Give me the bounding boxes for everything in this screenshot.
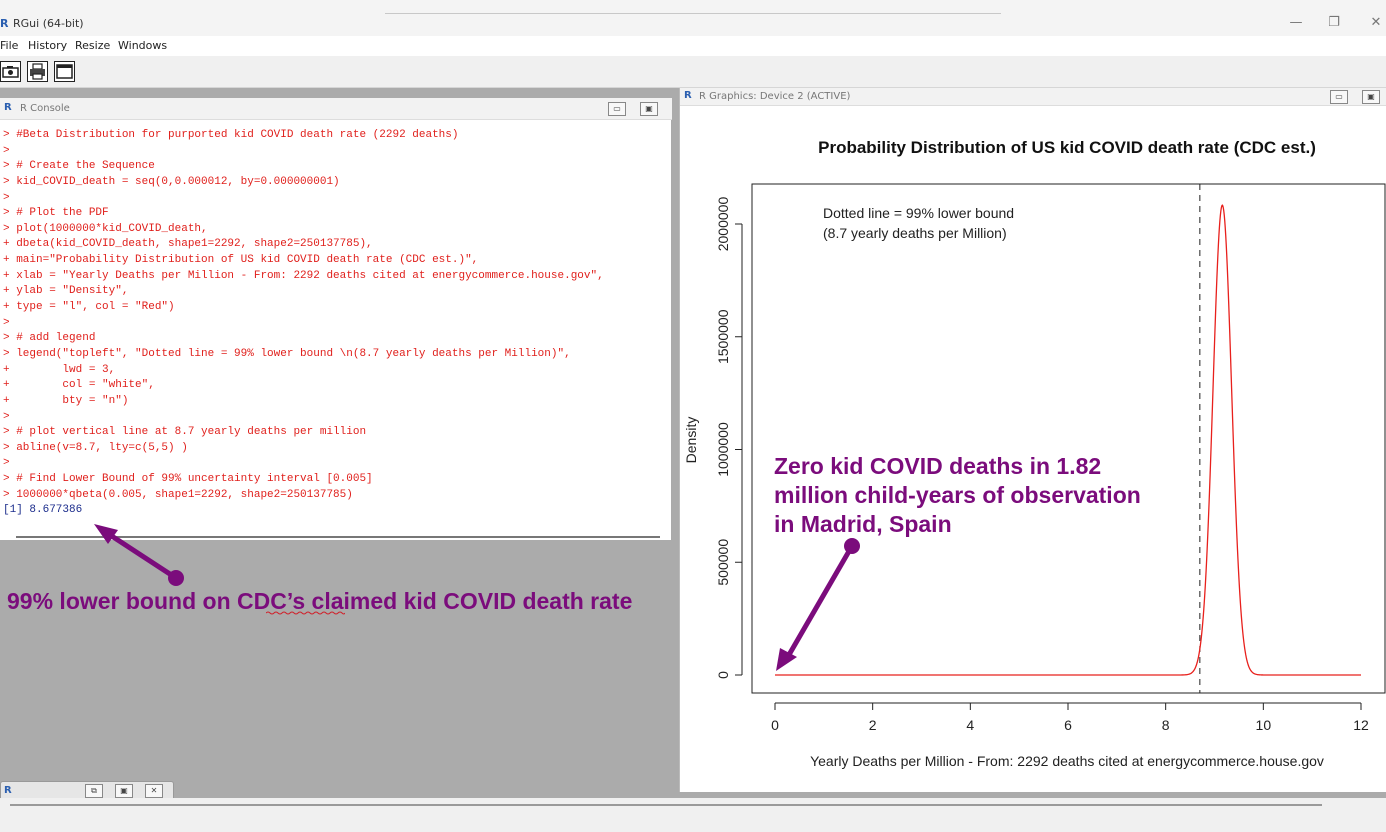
graphics-maximize-button[interactable]: ▣ [1362,90,1380,104]
title-divider [385,13,1001,14]
r-logo-icon: R [4,102,12,113]
x-tick-label: 12 [1353,717,1369,733]
console-line: + xlab = "Yearly Deaths per Million - Fr… [3,269,604,282]
console-line: > #Beta Distribution for purported kid C… [3,129,459,141]
title-bar: R RGui (64-bit) — ❐ ✕ [0,0,1386,36]
printer-icon [30,63,45,80]
console-line: > [3,457,10,470]
console-line: > # Create the Sequence [3,160,155,173]
mdi-workspace: R R Console ▭ ▣ > #Beta Distribution for… [0,88,1386,801]
x-axis-label: Yearly Deaths per Million - From: 2292 d… [810,753,1324,769]
console-line: > kid_COVID_death = seq(0,0.000012, by=0… [3,175,340,188]
density-plot: Probability Distribution of US kid COVID… [683,138,1386,769]
status-area [0,798,1386,832]
minimized-restore-button[interactable]: ⧉ [85,784,103,798]
console-line: + dbeta(kid_COVID_death, shape1=2292, sh… [3,238,373,251]
console-line: + main="Probability Distribution of US k… [3,254,479,267]
r-console-window[interactable]: R R Console ▭ ▣ > #Beta Distribution for… [0,98,672,540]
minimize-button[interactable]: — [1286,14,1306,32]
console-output[interactable]: > #Beta Distribution for purported kid C… [3,128,671,519]
copy-paste-button[interactable] [0,61,21,82]
minimized-maximize-button[interactable]: ▣ [115,784,133,798]
console-title-bar: R R Console ▭ ▣ [0,98,672,120]
console-line: + ylab = "Density", [3,285,129,298]
right-annotation: Zero kid COVID deaths in 1.82 million ch… [774,453,1141,537]
x-tick-label: 0 [771,717,779,733]
console-title: R Console [20,103,70,114]
r-logo-icon: R [0,17,9,30]
console-line: + type = "l", col = "Red") [3,301,175,314]
console-line: > [3,410,10,423]
console-horizontal-scrollbar[interactable] [16,536,660,538]
y-tick-label: 0 [715,671,731,679]
graphics-minimize-button[interactable]: ▭ [1330,90,1348,104]
minimized-close-button[interactable]: ✕ [145,784,163,798]
console-line: > [3,191,10,204]
menu-history[interactable]: History [28,39,67,52]
console-window-button[interactable] [54,61,75,82]
density-curve [775,204,1361,676]
console-line: + col = "white", [3,379,155,392]
console-line: + bty = "n") [3,394,129,407]
r-logo-icon: R [684,90,692,101]
console-line: > [3,316,10,329]
console-line: > # Find Lower Bound of 99% uncertainty … [3,473,373,486]
y-tick-label: 500000 [715,539,731,586]
rgui-app: R RGui (64-bit) — ❐ ✕ File History Resiz… [0,0,1386,832]
graphics-device-window[interactable]: R R Graphics: Device 2 (ACTIVE) ▭ ▣ Prob… [679,88,1386,792]
graphics-title: R Graphics: Device 2 (ACTIVE) [699,91,851,102]
graphics-title-bar: R R Graphics: Device 2 (ACTIVE) ▭ ▣ [680,88,1386,106]
r-logo-icon: R [4,785,12,796]
menu-resize[interactable]: Resize [75,39,110,52]
console-line: [1] 8.677386 [3,504,83,517]
window-icon [56,64,73,79]
console-line: > # Plot the PDF [3,207,109,220]
horizontal-scrollbar[interactable] [10,804,1322,806]
x-tick-label: 10 [1256,717,1272,733]
console-maximize-button[interactable]: ▣ [640,102,658,116]
legend-line-2: (8.7 yearly deaths per Million) [823,225,1007,241]
console-line: > 1000000*qbeta(0.005, shape1=2292, shap… [3,488,353,501]
restore-button[interactable]: ❐ [1324,14,1344,32]
print-button[interactable] [27,61,48,82]
chart-title: Probability Distribution of US kid COVID… [818,138,1316,157]
y-axis-label: Density [683,417,699,464]
plot-frame [751,183,1386,694]
console-line: + lwd = 3, [3,363,116,376]
x-tick-label: 8 [1162,717,1170,733]
console-line: > # add legend [3,332,96,345]
console-line: > # plot vertical line at 8.7 yearly dea… [3,426,367,439]
console-line: > [3,144,10,157]
x-tick-label: 2 [869,717,877,733]
console-line: > abline(v=8.7, lty=c(5,5) ) [3,441,188,454]
legend-line-1: Dotted line = 99% lower bound [823,205,1014,221]
console-minimize-button[interactable]: ▭ [608,102,626,116]
app-title: RGui (64-bit) [13,17,84,30]
close-button[interactable]: ✕ [1366,14,1386,32]
spellcheck-squiggle [266,611,345,615]
y-tick-label: 2000000 [715,197,731,252]
menu-windows[interactable]: Windows [118,39,167,52]
console-line: > plot(1000000*kid_COVID_death, [3,222,208,235]
camera-icon [2,66,19,78]
toolbar [0,56,1386,88]
y-tick-label: 1000000 [715,422,731,477]
menu-bar: File History Resize Windows [0,36,1386,56]
y-tick-label: 1500000 [715,309,731,364]
x-tick-label: 4 [966,717,974,733]
x-tick-label: 6 [1064,717,1072,733]
menu-file[interactable]: File [0,39,18,52]
console-line: > legend("topleft", "Dotted line = 99% l… [3,347,571,360]
